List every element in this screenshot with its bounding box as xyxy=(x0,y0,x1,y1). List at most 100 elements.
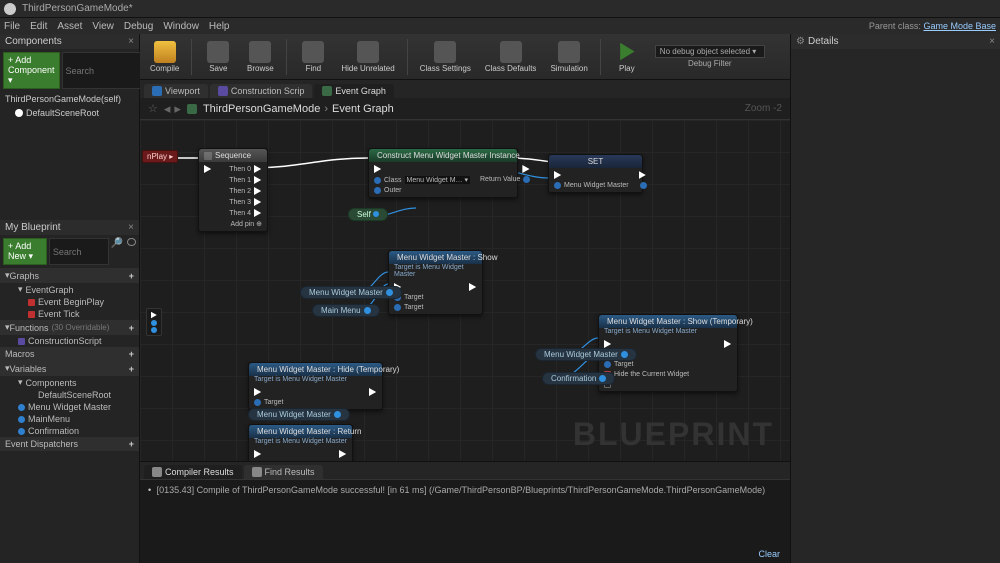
menu-help[interactable]: Help xyxy=(209,21,230,32)
node-self[interactable]: Self xyxy=(348,208,388,221)
blueprint-search-input[interactable] xyxy=(49,238,109,265)
var-confirmation[interactable]: Confirmation xyxy=(0,425,139,437)
menu-edit[interactable]: Edit xyxy=(30,21,47,32)
node-var-mwm4[interactable]: Menu Widget Master xyxy=(535,348,637,361)
favorite-icon[interactable]: ☆ xyxy=(148,102,158,115)
add-component-button[interactable]: + Add Component ▾ xyxy=(3,52,60,89)
exec-in-pin[interactable] xyxy=(254,388,283,396)
exec-in-pin[interactable] xyxy=(604,340,689,348)
hide-current-pin[interactable]: Hide the Current Widget xyxy=(604,371,689,378)
close-icon[interactable]: × xyxy=(989,36,995,47)
tab-compiler-results[interactable]: Compiler Results xyxy=(144,465,242,479)
node-return[interactable]: Menu Widget Master : Return Target is Me… xyxy=(248,424,353,461)
var-in-pin[interactable]: Menu Widget Master xyxy=(554,182,629,189)
component-scene-root[interactable]: DefaultSceneRoot xyxy=(0,106,139,120)
node-show[interactable]: Menu Widget Master : Show Target is Menu… xyxy=(388,250,483,315)
node-var-mainmenu[interactable]: Main Menu xyxy=(312,304,380,317)
menu-asset[interactable]: Asset xyxy=(57,21,82,32)
hide-unrelated-button[interactable]: Hide Unrelated xyxy=(335,39,400,75)
add-pin-button[interactable]: Add pin ⊕ xyxy=(230,220,262,228)
eye-icon[interactable] xyxy=(127,238,136,246)
target2-pin[interactable]: Target xyxy=(604,361,689,368)
search-filter-icon[interactable]: 🔎 xyxy=(111,238,123,265)
event-beginplay-node[interactable]: nPlay ▸ xyxy=(142,150,178,163)
checkbox-pin[interactable] xyxy=(604,381,689,388)
save-button[interactable]: Save xyxy=(198,39,238,75)
return-value-pin[interactable]: Return Value xyxy=(480,176,530,183)
add-function-icon[interactable]: + xyxy=(129,323,134,333)
panel-header-components[interactable]: Components × xyxy=(0,34,139,49)
compile-button[interactable]: Compile xyxy=(144,39,185,75)
outer-pin[interactable]: Outer xyxy=(374,187,470,194)
menu-file[interactable]: File xyxy=(4,21,20,32)
var-scene-root[interactable]: DefaultSceneRoot xyxy=(0,389,139,401)
exec-in-pin[interactable] xyxy=(374,165,470,173)
target2-pin[interactable]: Target xyxy=(394,304,423,311)
class-settings-button[interactable]: Class Settings xyxy=(414,39,477,75)
exec-out-pin[interactable] xyxy=(522,165,530,173)
nav-back-icon[interactable]: ◂ xyxy=(164,101,171,117)
close-icon[interactable]: × xyxy=(128,222,134,233)
then1-pin[interactable]: Then 1 xyxy=(229,176,262,184)
section-dispatchers[interactable]: Event Dispatchers+ xyxy=(0,437,139,451)
node-header[interactable]: Menu Widget Master : Show (Temporary) xyxy=(599,315,737,328)
exec-in-pin[interactable] xyxy=(254,450,283,458)
add-graph-icon[interactable]: + xyxy=(129,271,134,281)
node-header[interactable]: Menu Widget Master : Return xyxy=(249,425,352,438)
exec-out-pin[interactable] xyxy=(724,340,732,348)
reroute-node[interactable] xyxy=(146,308,162,336)
breadcrumb-leaf[interactable]: Event Graph xyxy=(332,103,394,115)
node-var-mwm2[interactable]: Menu Widget Master xyxy=(248,408,350,421)
then2-pin[interactable]: Then 2 xyxy=(229,187,262,195)
class-dropdown[interactable]: Menu Widget M… ▾ xyxy=(405,176,470,184)
close-icon[interactable]: × xyxy=(128,36,134,47)
class-defaults-button[interactable]: Class Defaults xyxy=(479,39,543,75)
var-main-menu[interactable]: MainMenu xyxy=(0,413,139,425)
find-button[interactable]: Find xyxy=(293,39,333,75)
exec-in-pin[interactable] xyxy=(204,165,212,173)
exec-out-pin[interactable] xyxy=(639,171,647,179)
menu-view[interactable]: View xyxy=(92,21,114,32)
section-functions[interactable]: ▾Functions (30 Overridable)+ xyxy=(0,320,139,335)
parent-class-link[interactable]: Game Mode Base xyxy=(923,21,996,31)
exec-out-pin[interactable] xyxy=(339,450,347,458)
function-construction[interactable]: ConstructionScript xyxy=(0,335,139,347)
node-sequence[interactable]: Sequence Then 0 Then 1 Then 2 Then 3 The… xyxy=(198,148,268,232)
panel-header-details[interactable]: ⚙ Details × xyxy=(791,34,1000,49)
play-button[interactable]: Play xyxy=(607,39,647,75)
tab-event-graph[interactable]: Event Graph xyxy=(314,84,394,98)
target-pin[interactable]: Target xyxy=(254,399,283,406)
then0-pin[interactable]: Then 0 xyxy=(229,165,262,173)
node-header[interactable]: Construct Menu Widget Master Instance xyxy=(369,149,517,162)
node-construct-widget[interactable]: Construct Menu Widget Master Instance Cl… xyxy=(368,148,518,198)
event-beginplay[interactable]: Event BeginPlay xyxy=(0,296,139,308)
add-dispatcher-icon[interactable]: + xyxy=(129,439,134,449)
node-set-variable[interactable]: SET Menu Widget Master xyxy=(548,154,643,193)
node-header[interactable]: SET xyxy=(549,155,642,168)
then4-pin[interactable]: Then 4 xyxy=(229,209,262,217)
section-macros[interactable]: Macros+ xyxy=(0,347,139,361)
class-pin[interactable]: Class Menu Widget M… ▾ xyxy=(374,176,470,184)
graph-canvas[interactable]: BLUEPRINT nPlay ▸ Sequence xyxy=(140,120,790,461)
event-tick[interactable]: Event Tick xyxy=(0,308,139,320)
add-new-button[interactable]: + Add New ▾ xyxy=(3,238,47,265)
breadcrumb-root[interactable]: ThirdPersonGameMode xyxy=(203,103,320,115)
node-header[interactable]: Menu Widget Master : Show xyxy=(389,251,482,264)
menu-debug[interactable]: Debug xyxy=(124,21,153,32)
graph-eventgraph[interactable]: ▾ EventGraph xyxy=(0,283,139,296)
then3-pin[interactable]: Then 3 xyxy=(229,198,262,206)
section-variables[interactable]: ▾Variables+ xyxy=(0,361,139,376)
component-self[interactable]: ThirdPersonGameMode(self) xyxy=(0,92,139,106)
panel-header-myblueprint[interactable]: My Blueprint × xyxy=(0,220,139,235)
node-var-confirmation[interactable]: Confirmation xyxy=(542,372,615,385)
var-out-pin[interactable] xyxy=(640,182,647,189)
node-var-mwm[interactable]: Menu Widget Master xyxy=(300,286,402,299)
tab-construction[interactable]: Construction Scrip xyxy=(210,84,313,98)
simulation-button[interactable]: Simulation xyxy=(544,39,593,75)
menu-window[interactable]: Window xyxy=(163,21,199,32)
var-group-components[interactable]: ▾ Components xyxy=(0,376,139,389)
add-macro-icon[interactable]: + xyxy=(129,349,134,359)
exec-out-pin[interactable] xyxy=(369,388,377,396)
tab-find-results[interactable]: Find Results xyxy=(244,465,323,479)
node-header[interactable]: Sequence xyxy=(199,149,267,162)
